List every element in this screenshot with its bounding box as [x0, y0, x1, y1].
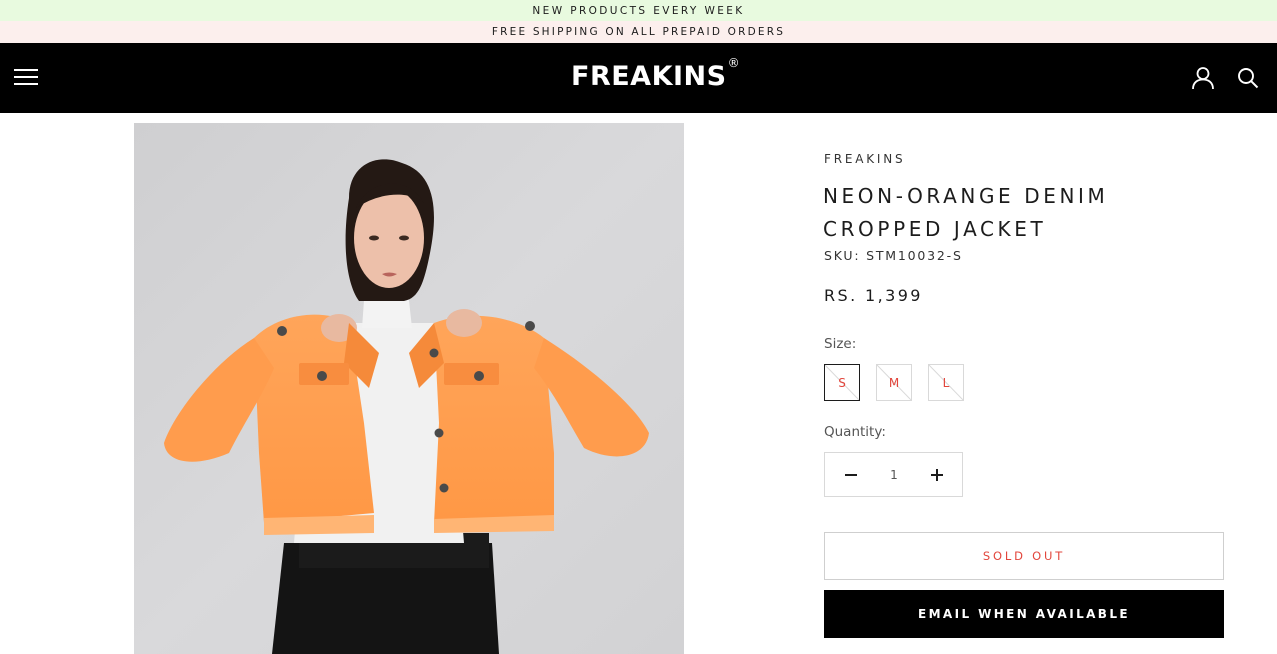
announcement-text-top: NEW PRODUCTS EVERY WEEK [532, 4, 745, 17]
size-option-s[interactable]: S [824, 364, 860, 401]
quantity-stepper [824, 452, 963, 497]
announcement-bar-shipping: FREE SHIPPING ON ALL PREPAID ORDERS [0, 21, 1277, 43]
product-price: RS. 1,399 [824, 286, 923, 305]
announcement-bar-top: NEW PRODUCTS EVERY WEEK [0, 0, 1277, 21]
quantity-decrease-button[interactable] [839, 465, 863, 485]
quantity-input[interactable] [865, 453, 923, 496]
announcement-text-shipping: FREE SHIPPING ON ALL PREPAID ORDERS [491, 26, 786, 38]
size-label: Size: [824, 336, 857, 352]
sold-out-label: SOLD OUT [982, 549, 1066, 563]
size-option-label: M [888, 375, 900, 390]
search-icon[interactable] [1236, 66, 1260, 90]
size-option-label: S [838, 375, 846, 390]
quantity-label: Quantity: [824, 424, 886, 440]
account-icon[interactable] [1190, 65, 1216, 91]
hamburger-menu-icon[interactable] [14, 68, 39, 88]
product-brand[interactable]: FREAKINS [824, 152, 905, 166]
product-sku: SKU: STM10032-S [824, 248, 963, 263]
size-option-m[interactable]: M [876, 364, 912, 401]
registered-mark: ® [727, 56, 741, 70]
site-header: FREAKINS® [0, 43, 1277, 113]
email-when-available-label: EMAIL WHEN AVAILABLE [917, 607, 1131, 621]
email-when-available-button[interactable]: EMAIL WHEN AVAILABLE [824, 590, 1224, 638]
site-logo[interactable]: FREAKINS® [571, 56, 740, 97]
quantity-increase-button[interactable] [925, 465, 949, 485]
size-option-l[interactable]: L [928, 364, 964, 401]
logo-text: FREAKINS [571, 61, 727, 92]
size-option-label: L [942, 375, 950, 390]
sold-out-button[interactable]: SOLD OUT [824, 532, 1224, 580]
product-title: NEON-ORANGE DENIM CROPPED JACKET [823, 184, 1109, 241]
product-image[interactable] [134, 123, 684, 654]
product-photo-illustration [134, 123, 684, 654]
